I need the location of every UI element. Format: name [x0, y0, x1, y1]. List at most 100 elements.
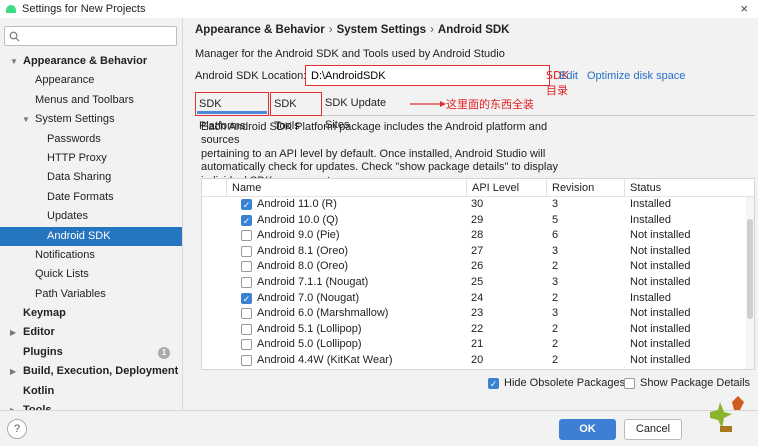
info-line: Each Android SDK Platform package includ… [201, 121, 548, 147]
table-row[interactable]: Android 4.4W (KitKat Wear) 20 2 Not install… [202, 353, 754, 369]
api-level: 21 [471, 338, 484, 351]
show-details-checkbox[interactable] [624, 377, 635, 389]
chevron-down-icon[interactable]: ▼ [22, 110, 30, 129]
table-row[interactable]: Android 5.1 (Lollipop) 22 2 Not installed [202, 322, 754, 338]
sidebar-item-http-proxy[interactable]: HTTP Proxy [0, 149, 182, 168]
show-details-label: Show Package Details [640, 377, 751, 389]
table-scrollbar[interactable] [746, 197, 754, 369]
sidebar-item-tools[interactable]: ▶ Tools [0, 401, 182, 410]
column-name-header[interactable]: Name [226, 179, 466, 197]
sdk-platforms-table: Name API Level Revision Status ✓ Android … [201, 178, 755, 370]
api-level: 20 [471, 353, 484, 366]
breadcrumb-item: Android SDK [437, 24, 510, 36]
search-box[interactable] [4, 26, 177, 46]
sidebar-item-label: Appearance [35, 74, 95, 87]
platform-checkbox[interactable]: ✓ [241, 199, 252, 210]
revision: 5 [552, 213, 559, 226]
revision: 3 [552, 275, 559, 288]
tab-sdk-update-sites[interactable]: SDK Update Sites [322, 92, 412, 131]
install-status: Not installed [630, 307, 691, 320]
sidebar-item-appearance[interactable]: Appearance [0, 71, 182, 90]
chevron-down-icon[interactable]: ▼ [10, 52, 18, 71]
platform-checkbox[interactable] [241, 339, 252, 351]
platform-checkbox[interactable] [241, 230, 252, 242]
breadcrumb-item[interactable]: System Settings [337, 24, 426, 36]
sidebar-item-appearance-behavior[interactable]: ▼ Appearance & Behavior [0, 52, 182, 71]
window-title: Settings for New Projects [22, 3, 146, 15]
platform-name: Android 11.0 (R) [257, 198, 337, 210]
sidebar-item-updates[interactable]: Updates [0, 207, 182, 226]
chevron-right-icon[interactable]: ▶ [10, 401, 16, 410]
platform-name: Android 7.1.1 (Nougat) [257, 275, 369, 288]
sdk-location-input[interactable] [311, 69, 421, 82]
table-row[interactable]: Android 5.0 (Lollipop) 21 2 Not installed [202, 337, 754, 353]
sidebar-item-quick-lists[interactable]: Quick Lists [0, 265, 182, 284]
sidebar-item-menus-and-toolbars[interactable]: Menus and Toolbars [0, 91, 182, 110]
sidebar-item-passwords[interactable]: Passwords [0, 130, 182, 149]
api-level: 24 [471, 291, 484, 304]
sidebar-item-build-execution-deployment[interactable]: ▶ Build, Execution, Deployment [0, 362, 182, 381]
column-api-header[interactable]: API Level [466, 179, 546, 197]
edit-link[interactable]: Edit [559, 70, 578, 82]
revision: 2 [552, 322, 559, 335]
hide-obsolete-checkbox[interactable]: ✓ [488, 377, 499, 389]
api-level: 26 [471, 260, 484, 273]
column-status-header[interactable]: Status [624, 179, 750, 197]
table-row[interactable]: Android 9.0 (Pie) 28 6 Not installed [202, 228, 754, 244]
close-icon[interactable]: × [740, 1, 748, 16]
sidebar-item-android-sdk[interactable]: Android SDK [0, 226, 182, 246]
install-status: Not installed [630, 338, 691, 351]
sidebar-item-plugins[interactable]: Plugins 1 [0, 343, 182, 362]
android-sdk-panel: Appearance & Behavior › System Settings › An… [184, 18, 758, 410]
platform-name: Android 7.0 (Nougat) [257, 291, 360, 304]
column-revision-header[interactable]: Revision [546, 179, 624, 197]
sidebar-item-editor[interactable]: ▶ Editor [0, 323, 182, 342]
scrollbar-thumb[interactable] [747, 219, 753, 319]
platform-checkbox[interactable] [241, 354, 252, 366]
search-input[interactable] [22, 30, 162, 42]
platform-checkbox[interactable] [241, 261, 252, 273]
platform-name: Android 4.4W (KitKat Wear) [257, 353, 393, 366]
tab-sdk-platforms[interactable]: SDK Platforms [195, 92, 269, 132]
platform-checkbox[interactable] [241, 276, 252, 288]
sidebar-item-keymap[interactable]: Keymap [0, 304, 182, 323]
table-row[interactable]: Android 7.1.1 (Nougat) 25 3 Not installed [202, 275, 754, 291]
hide-obsolete-label: Hide Obsolete Packages [504, 377, 626, 389]
breadcrumb-separator: › [328, 24, 333, 36]
platform-checkbox[interactable] [241, 323, 252, 335]
breadcrumb-separator: › [430, 24, 434, 36]
sidebar-item-path-variables[interactable]: Path Variables [0, 285, 182, 304]
sidebar-item-kotlin[interactable]: Kotlin [0, 382, 182, 401]
install-status: Not installed [630, 244, 691, 257]
chevron-right-icon[interactable]: ▶ [10, 362, 16, 381]
table-row[interactable]: Android 6.0 (Marshmallow) 23 3 Not installe… [202, 306, 754, 322]
cancel-button[interactable]: Cancel [624, 419, 682, 440]
platform-checkbox[interactable]: ✓ [241, 292, 252, 304]
help-button[interactable]: ? [7, 419, 27, 439]
breadcrumb-item[interactable]: Appearance & Behavior [195, 24, 325, 36]
sdk-location-field[interactable]: SDK目录 [305, 65, 569, 97]
plugins-update-badge: 1 [158, 346, 170, 359]
table-row[interactable]: Android 8.1 (Oreo) 27 3 Not installed [202, 244, 754, 260]
table-row[interactable]: Android 8.0 (Oreo) 26 2 Not installed [202, 259, 754, 275]
sidebar-item-date-formats[interactable]: Date Formats [0, 188, 182, 207]
chevron-right-icon[interactable]: ▶ [10, 323, 16, 342]
table-row[interactable]: ✓ Android 10.0 (Q) 29 5 Installed [202, 213, 754, 229]
sidebar-item-notifications[interactable]: Notifications [0, 246, 182, 265]
table-row[interactable]: ✓ Android 11.0 (R) 30 3 Installed [202, 197, 754, 213]
platform-checkbox[interactable] [241, 245, 252, 257]
show-details-option[interactable]: Show Package Details [624, 377, 750, 389]
platform-checkbox[interactable]: ✓ [241, 214, 252, 226]
hide-obsolete-option[interactable]: ✓ Hide Obsolete Packages [488, 377, 625, 389]
sidebar-item-system-settings[interactable]: ▼ System Settings [0, 110, 182, 129]
sidebar-item-label: Data Sharing [47, 171, 112, 184]
platform-checkbox[interactable] [241, 308, 252, 320]
sidebar-item-data-sharing[interactable]: Data Sharing [0, 168, 182, 187]
settings-sidebar: ▼ Appearance & Behavior Appearance Menus an… [0, 18, 183, 410]
ok-button[interactable]: OK [559, 419, 616, 440]
tab-sdk-tools[interactable]: SDK Tools [270, 92, 322, 132]
table-row[interactable]: ✓ Android 7.0 (Nougat) 24 2 Installed [202, 291, 754, 307]
revision: 2 [552, 291, 559, 304]
optimize-disk-space-link[interactable]: Optimize disk space [587, 70, 685, 82]
platform-name: Android 5.1 (Lollipop) [257, 322, 362, 335]
